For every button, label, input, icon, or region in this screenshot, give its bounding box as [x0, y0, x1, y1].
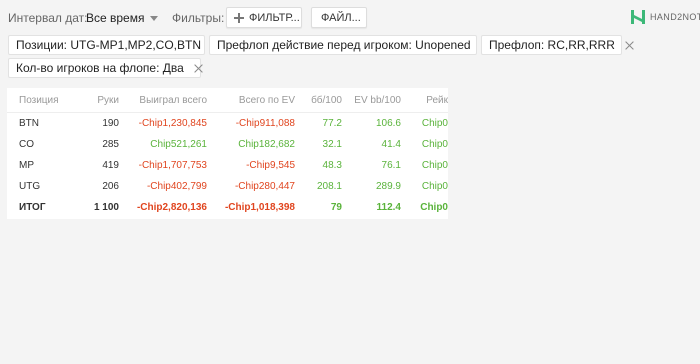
- cell-won-total: -Chip2,820,136: [136, 202, 207, 213]
- cell-hands: 419: [102, 160, 119, 171]
- cell-rake: Chip0: [421, 181, 448, 192]
- cell-ev-bb100: 289.9: [375, 181, 401, 192]
- stats-table-panel: Позиция Руки Выиграл всего Всего по EV б…: [7, 88, 448, 219]
- cell-ev-bb100: 106.6: [375, 118, 401, 129]
- column-header[interactable]: Рейк: [401, 88, 448, 113]
- column-header[interactable]: Руки: [67, 88, 119, 113]
- table-row[interactable]: BTN 190 -Chip1,230,845 -Chip911,088 77.2…: [7, 113, 448, 135]
- filter-chip-label: Префлоп: RC,RR,RRR: [489, 38, 615, 52]
- column-header[interactable]: Всего по EV: [207, 88, 295, 113]
- cell-hands: 1 100: [93, 202, 119, 213]
- file-button[interactable]: ФАЙЛ...: [311, 7, 367, 28]
- cell-won-total: -Chip402,799: [146, 181, 207, 192]
- date-range-label: Интервал дат:: [8, 11, 88, 25]
- chevron-down-icon: [150, 16, 159, 21]
- column-header[interactable]: бб/100: [295, 88, 342, 113]
- cell-rake: Chip0: [421, 139, 448, 150]
- table-header-row: Позиция Руки Выиграл всего Всего по EV б…: [7, 88, 448, 113]
- filter-chip-players-on-flop[interactable]: Кол-во игроков на флопе: Два: [8, 58, 201, 78]
- cell-hands: 285: [102, 139, 119, 150]
- cell-bb100: 48.3: [322, 160, 342, 171]
- toolbar: Интервал дат: Все время Фильтры: ФИЛЬТР.…: [0, 0, 700, 34]
- filter-chip-label: Кол-во игроков на флопе: Два: [16, 61, 184, 75]
- cell-hands: 190: [102, 118, 119, 129]
- column-header[interactable]: EV bb/100: [342, 88, 401, 113]
- cell-position: UTG: [19, 181, 41, 192]
- cell-rake: Chip0: [421, 160, 448, 171]
- cell-ev-total: Chip182,682: [238, 139, 295, 150]
- add-filter-label: ФИЛЬТР...: [249, 11, 300, 24]
- cell-position: BTN: [19, 118, 39, 129]
- cell-bb100: 32.1: [322, 139, 342, 150]
- filter-chip-preflop-before[interactable]: Префлоп действие перед игроком: Unopened: [209, 35, 477, 55]
- cell-won-total: Chip521,261: [150, 139, 207, 150]
- cell-won-total: -Chip1,707,753: [138, 160, 207, 171]
- table-total-row: ИТОГ 1 100 -Chip2,820,136 -Chip1,018,398…: [7, 197, 448, 218]
- cell-bb100: 77.2: [322, 118, 342, 129]
- filter-chip-positions[interactable]: Позиции: UTG-MP1,MP2,CO,BTN: [8, 35, 205, 55]
- cell-ev-total: -Chip911,088: [235, 118, 295, 129]
- cell-ev-total: -Chip9,545: [246, 160, 295, 171]
- cell-ev-bb100: 112.4: [376, 202, 401, 213]
- cell-won-total: -Chip1,230,845: [138, 118, 207, 129]
- plus-icon: [234, 12, 244, 23]
- filter-chip-label: Префлоп действие перед игроком: Unopened: [217, 38, 471, 52]
- cell-ev-total: -Chip280,447: [234, 181, 295, 192]
- cell-ev-bb100: 76.1: [381, 160, 401, 171]
- cell-position: CO: [19, 139, 34, 150]
- column-header[interactable]: Позиция: [7, 88, 67, 113]
- cell-bb100: 79: [330, 202, 342, 213]
- cell-hands: 206: [102, 181, 119, 192]
- stats-table: Позиция Руки Выиграл всего Всего по EV б…: [7, 88, 448, 218]
- cell-rake: Chip0: [421, 118, 448, 129]
- cell-bb100: 208.1: [316, 181, 342, 192]
- file-button-label: ФАЙЛ...: [321, 11, 361, 24]
- table-row[interactable]: MP 419 -Chip1,707,753 -Chip9,545 48.3 76…: [7, 155, 448, 176]
- filter-chip-preflop[interactable]: Префлоп: RC,RR,RRR: [481, 35, 622, 55]
- logo-text: HAND2NOTE: [650, 12, 700, 22]
- column-header[interactable]: Выиграл всего: [119, 88, 207, 113]
- table-row[interactable]: UTG 206 -Chip402,799 -Chip280,447 208.1 …: [7, 176, 448, 197]
- cell-rake: Chip0: [420, 202, 448, 213]
- date-range-select[interactable]: Все время: [86, 9, 159, 27]
- add-filter-button[interactable]: ФИЛЬТР...: [226, 7, 302, 28]
- cell-position: MP: [19, 160, 34, 171]
- cell-ev-bb100: 41.4: [381, 139, 401, 150]
- table-row[interactable]: CO 285 Chip521,261 Chip182,682 32.1 41.4…: [7, 134, 448, 155]
- cell-position: ИТОГ: [19, 202, 46, 213]
- date-range-value: Все время: [86, 11, 145, 25]
- logo-icon: [631, 10, 645, 24]
- cell-ev-total: -Chip1,018,398: [224, 202, 295, 213]
- filter-chip-label: Позиции: UTG-MP1,MP2,CO,BTN: [16, 38, 201, 52]
- filters-label: Фильтры:: [172, 11, 225, 25]
- hand2note-logo: HAND2NOTE: [630, 8, 700, 26]
